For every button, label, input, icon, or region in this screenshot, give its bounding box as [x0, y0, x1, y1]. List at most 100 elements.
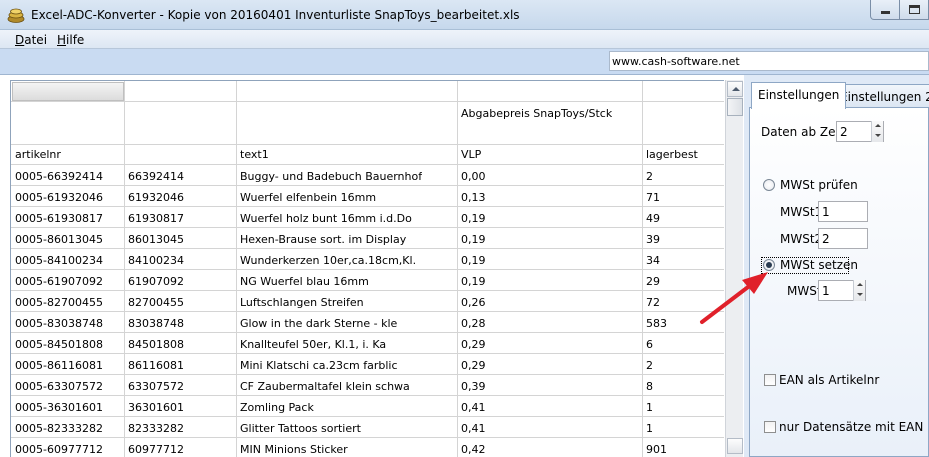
mwst-input[interactable]: 1: [818, 280, 866, 301]
scroll-up-button[interactable]: [727, 81, 743, 97]
cell-text1[interactable]: CF Zaubermaltafel klein schwa: [236, 380, 410, 393]
cell-lagerbest[interactable]: 1: [642, 401, 653, 414]
cell-text1[interactable]: Mini Klatschi ca.23cm farblic: [236, 359, 398, 372]
ean-als-artikelnr-checkbox[interactable]: [764, 374, 776, 386]
cell-artikelnr[interactable]: 0005-61930817: [11, 212, 103, 225]
cell-vlp[interactable]: 0,29: [457, 359, 486, 372]
cell-vlp[interactable]: 0,41: [457, 401, 486, 414]
cell-vlp[interactable]: 0,41: [457, 422, 486, 435]
column-header-lagerbest[interactable]: lagerbest: [642, 148, 698, 161]
cell-vlp[interactable]: 0,29: [457, 338, 486, 351]
table-row[interactable]: 0005-36301601 36301601 Zomling Pack 0,41 1: [11, 396, 724, 417]
table-row[interactable]: 0005-86013045 86013045 Hexen-Brause sort. …: [11, 228, 724, 249]
tab-einstellungen-2[interactable]: Einstellungen 2: [833, 84, 929, 108]
cell-vlp[interactable]: 0,39: [457, 380, 486, 393]
cell-text1[interactable]: Wunderkerzen 10er,ca.18cm,Kl.: [236, 254, 416, 267]
cell-lagerbest[interactable]: 72: [642, 296, 660, 309]
cell-ean[interactable]: 82333282: [124, 422, 184, 435]
cell-ean[interactable]: 66392414: [124, 170, 184, 183]
cell-artikelnr[interactable]: 0005-36301601: [11, 401, 103, 414]
cell-ean[interactable]: 61907092: [124, 275, 184, 288]
cell-lagerbest[interactable]: 71: [642, 191, 660, 204]
cell-ean[interactable]: 63307572: [124, 380, 184, 393]
table-row[interactable]: 0005-84100234 84100234 Wunderkerzen 10er,c…: [11, 249, 724, 270]
mwst1-input[interactable]: 1: [818, 201, 868, 222]
cell-text1[interactable]: Glitter Tattoos sortiert: [236, 422, 361, 435]
column-header-vlp[interactable]: VLP: [457, 148, 481, 161]
scroll-thumb[interactable]: [727, 98, 743, 116]
cell-ean[interactable]: 83038748: [124, 317, 184, 330]
scroll-down-button[interactable]: [727, 438, 743, 454]
cell-lagerbest[interactable]: 29: [642, 275, 660, 288]
cell-ean[interactable]: 61932046: [124, 191, 184, 204]
cell-artikelnr[interactable]: 0005-86116081: [11, 359, 103, 372]
cell-text1[interactable]: Zomling Pack: [236, 401, 314, 414]
cell-lagerbest[interactable]: 2: [642, 359, 653, 372]
table-row[interactable]: 0005-86116081 86116081 Mini Klatschi ca.23…: [11, 354, 724, 375]
table-row[interactable]: 0005-61930817 61930817 Wuerfel holz bunt 1…: [11, 207, 724, 228]
url-field[interactable]: www.cash-software.net: [609, 51, 929, 71]
cell-lagerbest[interactable]: 8: [642, 380, 653, 393]
cell-ean[interactable]: 36301601: [124, 401, 184, 414]
cell-artikelnr[interactable]: 0005-61907092: [11, 275, 103, 288]
selected-header-cell[interactable]: [12, 82, 124, 101]
cell-ean[interactable]: 86013045: [124, 233, 184, 246]
cell-artikelnr[interactable]: 0005-60977712: [11, 443, 103, 456]
cell-vlp[interactable]: 0,19: [457, 275, 486, 288]
cell-artikelnr[interactable]: 0005-83038748: [11, 317, 103, 330]
table-row[interactable]: 0005-84501808 84501808 Knallteufel 50er, K…: [11, 333, 724, 354]
mwst-spinner[interactable]: [853, 280, 865, 301]
daten-ab-zeile-input[interactable]: 2: [836, 121, 884, 142]
cell-lagerbest[interactable]: 583: [642, 317, 667, 330]
cell-artikelnr[interactable]: 0005-61932046: [11, 191, 103, 204]
cell-text1[interactable]: Wuerfel elfenbein 16mm: [236, 191, 376, 204]
column-header-text1[interactable]: text1: [236, 148, 269, 161]
daten-ab-zeile-spinner[interactable]: [871, 121, 883, 142]
cell-text1[interactable]: NG Wuerfel blau 16mm: [236, 275, 369, 288]
mwst-pruefen-radio[interactable]: [763, 179, 775, 191]
cell-lagerbest[interactable]: 901: [642, 443, 667, 456]
cell-vlp[interactable]: 0,42: [457, 443, 486, 456]
cell-lagerbest[interactable]: 6: [642, 338, 653, 351]
cell-lagerbest[interactable]: 2: [642, 170, 653, 183]
cell-text1[interactable]: MIN Minions Sticker: [236, 443, 348, 456]
cell-text1[interactable]: Glow in the dark Sterne - kle: [236, 317, 397, 330]
cell-text1[interactable]: Hexen-Brause sort. im Display: [236, 233, 406, 246]
cell-text1[interactable]: Luftschlangen Streifen: [236, 296, 364, 309]
cell-ean[interactable]: 84100234: [124, 254, 184, 267]
cell-artikelnr[interactable]: 0005-84501808: [11, 338, 103, 351]
cell-text1[interactable]: Knallteufel 50er, Kl.1, i. Ka: [236, 338, 386, 351]
cell-ean[interactable]: 60977712: [124, 443, 184, 456]
table-row[interactable]: 0005-63307572 63307572 CF Zaubermaltafel k…: [11, 375, 724, 396]
cell-artikelnr[interactable]: 0005-84100234: [11, 254, 103, 267]
cell-vlp[interactable]: 0,19: [457, 233, 486, 246]
header-extra-cell[interactable]: Abgabepreis SnapToys/Stck: [457, 107, 612, 120]
cell-text1[interactable]: Wuerfel holz bunt 16mm i.d.Do: [236, 212, 412, 225]
cell-artikelnr[interactable]: 0005-66392414: [11, 170, 103, 183]
table-row[interactable]: 0005-82333282 82333282 Glitter Tattoos sor…: [11, 417, 724, 438]
minimize-button[interactable]: [870, 0, 900, 20]
cell-vlp[interactable]: 0,19: [457, 254, 486, 267]
cell-text1[interactable]: Buggy- und Badebuch Bauernhof: [236, 170, 422, 183]
cell-artikelnr[interactable]: 0005-63307572: [11, 380, 103, 393]
cell-vlp[interactable]: 0,26: [457, 296, 486, 309]
cell-vlp[interactable]: 0,19: [457, 212, 486, 225]
column-header-artikelnr[interactable]: artikelnr: [11, 148, 61, 161]
cell-ean[interactable]: 84501808: [124, 338, 184, 351]
cell-artikelnr[interactable]: 0005-82700455: [11, 296, 103, 309]
mwst2-input[interactable]: 2: [818, 228, 868, 249]
cell-lagerbest[interactable]: 1: [642, 422, 653, 435]
tab-einstellungen[interactable]: Einstellungen: [751, 82, 847, 109]
maximize-button[interactable]: [899, 0, 929, 20]
menu-datei[interactable]: Datei: [15, 33, 47, 47]
cell-ean[interactable]: 86116081: [124, 359, 184, 372]
nur-ean-checkbox[interactable]: [764, 421, 776, 433]
cell-lagerbest[interactable]: 39: [642, 233, 660, 246]
cell-vlp[interactable]: 0,00: [457, 170, 486, 183]
data-grid[interactable]: Abgabepreis SnapToys/Stck artikelnr text…: [10, 80, 724, 457]
cell-artikelnr[interactable]: 0005-86013045: [11, 233, 103, 246]
table-row[interactable]: 0005-82700455 82700455 Luftschlangen Strei…: [11, 291, 724, 312]
table-row[interactable]: 0005-61932046 61932046 Wuerfel elfenbein 1…: [11, 186, 724, 207]
cell-vlp[interactable]: 0,13: [457, 191, 486, 204]
cell-ean[interactable]: 61930817: [124, 212, 184, 225]
